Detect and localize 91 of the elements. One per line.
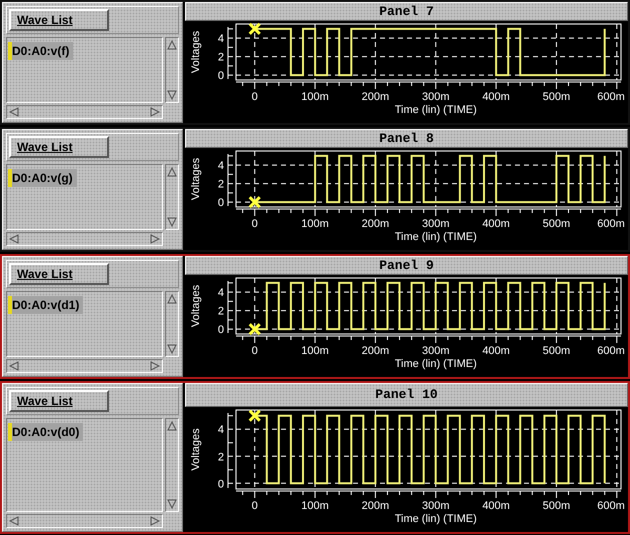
tick-label: 2	[218, 178, 224, 191]
scroll-right-arrow-icon[interactable]	[150, 234, 160, 244]
axis-title: Voltages	[190, 158, 202, 200]
tick-label: 200m	[362, 345, 390, 357]
tick-label: 0	[218, 70, 224, 82]
scroll-up-arrow-icon[interactable]	[167, 294, 177, 304]
wave-list-item[interactable]: D0:A0:v(g)	[8, 169, 77, 187]
tick-label: 100m	[301, 218, 329, 230]
axis-title: Time (lin) (TIME)	[394, 231, 477, 243]
tick-label: 300m	[422, 500, 450, 512]
horizontal-scrollbar[interactable]	[6, 105, 163, 119]
scroll-left-arrow-icon[interactable]	[9, 107, 19, 117]
y-axis	[228, 280, 234, 334]
tick-label: 4	[218, 33, 224, 46]
tick-label: 200m	[362, 91, 390, 103]
panel-title-bar: Panel 7	[185, 2, 628, 21]
wave-list-item[interactable]: D0:A0:v(d0)	[8, 423, 84, 441]
tick-label: 200m	[362, 218, 390, 230]
scroll-left-arrow-icon[interactable]	[9, 516, 19, 526]
vertical-scrollbar[interactable]	[165, 291, 179, 357]
tick-label: 0	[218, 197, 224, 210]
tick-label: 600m	[597, 500, 625, 512]
scroll-down-arrow-icon[interactable]	[167, 344, 177, 354]
tick-label: 600m	[597, 91, 625, 103]
wave-list-button[interactable]: Wave List	[9, 390, 109, 412]
wave-list-button[interactable]: Wave List	[9, 9, 109, 31]
tick-label: 0	[218, 324, 224, 336]
cursor-marker-icon	[248, 410, 261, 422]
tick-label: 4	[218, 287, 224, 300]
y-axis	[228, 26, 234, 80]
tick-label: 300m	[422, 218, 450, 230]
scroll-right-arrow-icon[interactable]	[150, 107, 160, 117]
scroll-right-arrow-icon[interactable]	[150, 361, 160, 371]
cursor-marker-icon	[248, 22, 261, 35]
wave-list-button[interactable]: Wave List	[9, 136, 109, 158]
horizontal-scrollbar[interactable]	[6, 514, 163, 528]
tick-label: 4	[218, 424, 224, 436]
tick-label: 500m	[542, 345, 570, 357]
wave-list-item[interactable]: D0:A0:v(d1)	[8, 296, 84, 314]
tick-label: 500m	[542, 218, 570, 230]
scroll-left-arrow-icon[interactable]	[9, 361, 19, 371]
axis-title: Time (lin) (TIME)	[394, 358, 477, 370]
tick-label: 500m	[542, 500, 570, 512]
scroll-left-arrow-icon[interactable]	[9, 234, 19, 244]
tick-label: 100m	[301, 345, 329, 357]
horizontal-scrollbar[interactable]	[6, 232, 163, 246]
horizontal-scrollbar[interactable]	[6, 359, 163, 373]
tick-label: 500m	[542, 91, 570, 103]
tick-label: 2	[218, 451, 224, 464]
tick-label: 600m	[597, 345, 625, 357]
axis-title: Time (lin) (TIME)	[394, 104, 477, 116]
tick-label: 0	[218, 478, 224, 490]
cursor-marker-icon	[248, 323, 261, 336]
axis-title: Voltages	[190, 30, 202, 74]
scroll-up-arrow-icon[interactable]	[167, 167, 177, 177]
vertical-scrollbar[interactable]	[165, 164, 179, 230]
tick-label: 0	[252, 345, 258, 357]
tick-label: 100m	[301, 500, 329, 512]
tick-label: 600m	[597, 218, 625, 230]
panel-title-bar: Panel 8	[185, 129, 628, 148]
tick-label: 400m	[482, 91, 510, 103]
tick-label: 400m	[482, 500, 510, 512]
tick-label: 2	[218, 52, 224, 64]
cursor-marker-icon	[248, 196, 261, 208]
wave-list-button[interactable]: Wave List	[9, 263, 109, 285]
tick-label: 2	[218, 306, 224, 318]
scroll-down-arrow-icon[interactable]	[167, 217, 177, 227]
tick-label: 0	[252, 500, 258, 512]
scroll-right-arrow-icon[interactable]	[150, 516, 160, 526]
scroll-down-arrow-icon[interactable]	[167, 90, 177, 100]
axis-title: Time (lin) (TIME)	[394, 513, 477, 525]
tick-label: 100m	[301, 91, 329, 103]
axis-title: Voltages	[190, 284, 202, 328]
scroll-up-arrow-icon[interactable]	[167, 40, 177, 50]
vertical-scrollbar[interactable]	[165, 418, 179, 512]
scroll-up-arrow-icon[interactable]	[167, 421, 177, 431]
tick-label: 0	[252, 218, 258, 230]
tick-label: 200m	[362, 500, 390, 512]
panel-title-bar: Panel 9	[185, 256, 628, 275]
axis-title: Voltages	[190, 428, 202, 471]
vertical-scrollbar[interactable]	[165, 37, 179, 103]
tick-label: 300m	[422, 91, 450, 103]
tick-label: 4	[218, 160, 224, 172]
tick-label: 400m	[482, 345, 510, 357]
tick-label: 400m	[482, 218, 510, 230]
tick-label: 300m	[422, 345, 450, 357]
scroll-down-arrow-icon[interactable]	[167, 499, 177, 509]
tick-label: 0	[252, 91, 258, 103]
y-axis	[228, 154, 234, 206]
wave-list-item[interactable]: D0:A0:v(f)	[8, 42, 74, 60]
panel-title-bar: Panel 10	[185, 383, 628, 407]
